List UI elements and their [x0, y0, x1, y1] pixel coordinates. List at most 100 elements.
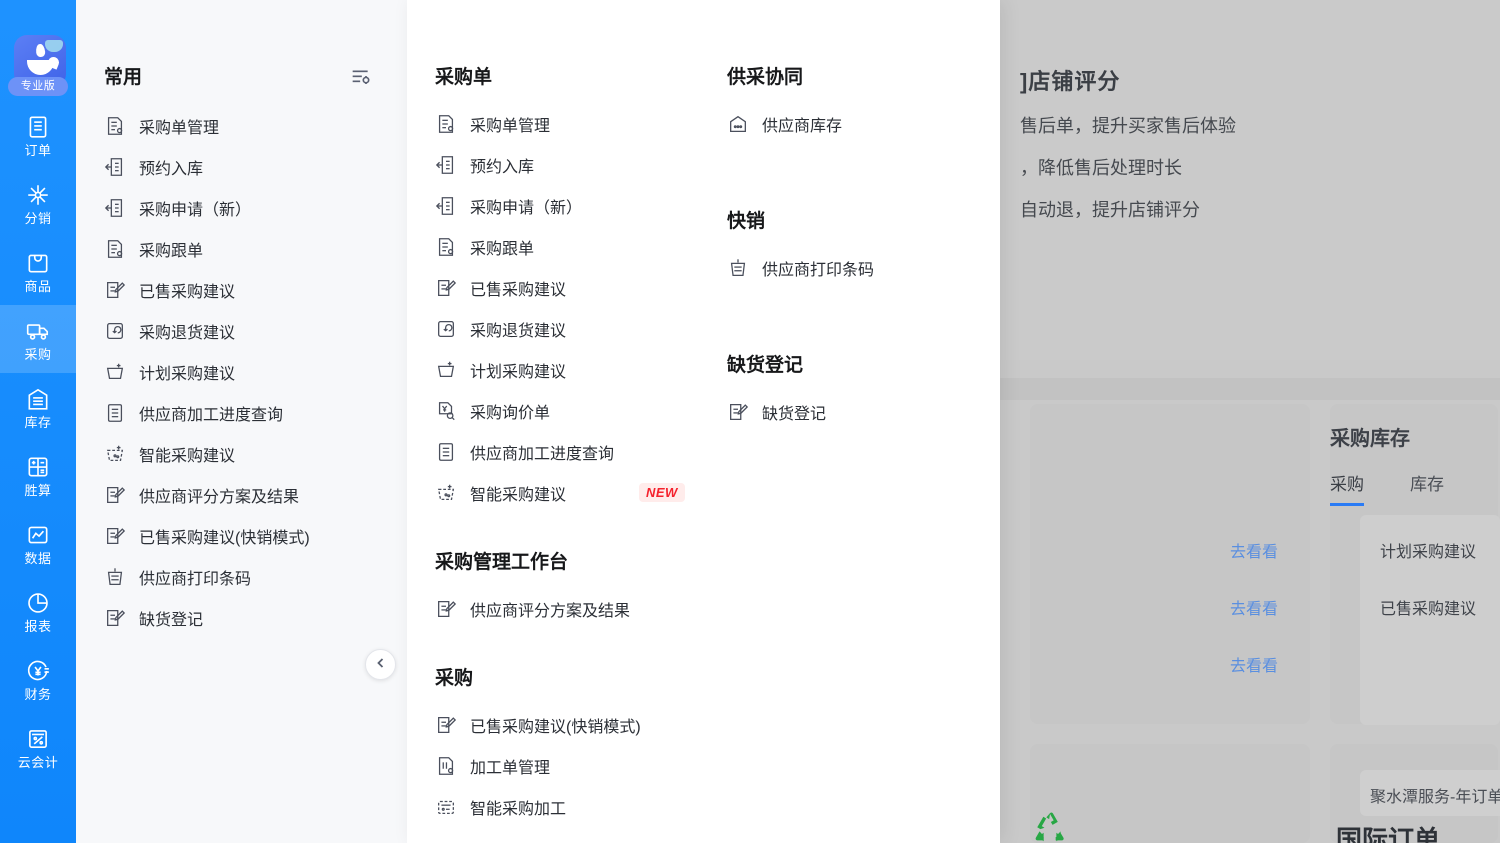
sidebar-label-inventory: 库存 — [24, 414, 52, 430]
menu-label: 采购退货建议 — [139, 324, 236, 342]
background-card-left — [1030, 404, 1310, 724]
go-look-link-2[interactable]: 去看看 — [1230, 595, 1278, 619]
sidebar-item-calculator[interactable]: 胜算 — [0, 441, 76, 509]
cart-plan-icon — [435, 359, 457, 381]
menu-label: 采购申请（新） — [470, 199, 583, 217]
sidebar-label-purchase: 采购 — [24, 346, 52, 362]
sidebar-label-calculator: 胜算 — [24, 482, 52, 498]
sidebar-item-data[interactable]: 数据 — [0, 509, 76, 577]
return-icon — [435, 318, 457, 340]
sidebar-label-reports: 报表 — [24, 618, 52, 634]
menu-item-sold-purchase-advice[interactable]: 已售采购建议 — [435, 267, 707, 308]
menu-item-purchase-order-manage[interactable]: 采购单管理 — [104, 105, 407, 146]
logo-gem-shape — [45, 40, 63, 52]
menu-item-purchase-follow[interactable]: 采购跟单 — [104, 228, 407, 269]
menu-item-purchase-inquiry[interactable]: 采购询价单 — [435, 390, 707, 431]
sidebar-item-finance[interactable]: 财务 — [0, 645, 76, 713]
menu-label: 供应商库存 — [762, 117, 843, 135]
menu-label: 预约入库 — [139, 160, 204, 178]
menu-label: 已售采购建议(快销模式) — [470, 718, 641, 736]
tab-purchase[interactable]: 采购 — [1330, 470, 1364, 506]
menu-item-smart-purchase-advice[interactable]: 智能采购建议 — [104, 433, 407, 474]
hero-text-block: ]店铺评分 售后单，提升买家售后体验 ，降低售后处理时长 自动退，提升店铺评分 — [1020, 64, 1236, 222]
sidebar-item-distribution[interactable]: 分销 — [0, 169, 76, 237]
edit-doc-icon — [435, 598, 457, 620]
tab-stock[interactable]: 库存 — [1410, 470, 1444, 506]
menu-item-reserve-inbound[interactable]: 预约入库 — [435, 144, 707, 185]
sidebar-label-orders: 订单 — [24, 142, 52, 158]
purchase-order-icon — [435, 113, 457, 135]
favorites-panel: 常用 采购单管理 预约入库 采购申请（新） 采购跟单 已售采购建议 采购退货建议… — [76, 0, 407, 843]
menu-item-shortage-register[interactable]: 缺货登记 — [727, 391, 997, 432]
menu-item-purchase-return-advice[interactable]: 采购退货建议 — [435, 308, 707, 349]
purchase-truck-icon — [25, 318, 51, 344]
sidebar-label-distribution: 分销 — [24, 210, 52, 226]
sidebar-item-products[interactable]: 商品 — [0, 237, 76, 305]
menu-item-smart-purchase-advice[interactable]: 智能采购建议 NEW — [435, 472, 707, 513]
app-logo[interactable]: 专业版 — [8, 35, 68, 101]
menu-label: 智能采购建议 — [139, 447, 236, 465]
menu-item-purchase-request-new[interactable]: 采购申请（新） — [104, 187, 407, 228]
smart-cart-icon — [435, 482, 457, 504]
sidebar-item-cloud-accounting[interactable]: 云会计 — [0, 713, 76, 781]
menu-item-supplier-process-progress[interactable]: 供应商加工进度查询 — [435, 431, 707, 472]
menu-item-purchase-return-advice[interactable]: 采购退货建议 — [104, 310, 407, 351]
menu-item-sold-purchase-advice[interactable]: 已售采购建议 — [104, 269, 407, 310]
menu-column-purchase: 采购单 采购单管理 预约入库 采购申请（新） 采购跟单 已售采购建议 采购退货建… — [407, 0, 707, 827]
menu-label: 采购退货建议 — [470, 322, 567, 340]
menu-item-reserve-inbound[interactable]: 预约入库 — [104, 146, 407, 187]
mega-menu-panel: 采购单 采购单管理 预约入库 采购申请（新） 采购跟单 已售采购建议 采购退货建… — [407, 0, 1000, 843]
sidebar-item-purchase[interactable]: 采购 — [0, 305, 76, 373]
menu-item-shortage-register[interactable]: 缺货登记 — [104, 597, 407, 638]
background-card-left-bottom — [1030, 744, 1310, 843]
menu-label: 智能采购建议 — [470, 486, 567, 504]
hero-line-3: 自动退，提升店铺评分 — [1020, 200, 1200, 220]
product-bag-icon — [25, 250, 51, 276]
menu-item-sold-purchase-advice-fast[interactable]: 已售采购建议(快销模式) — [104, 515, 407, 556]
menu-column-collaboration: 供采协同 供应商库存 快销 供应商打印条码 缺货登记 缺货登记 — [707, 0, 997, 827]
menu-item-purchase-follow[interactable]: 采购跟单 — [435, 226, 707, 267]
collapse-menu-button[interactable] — [365, 649, 396, 680]
menu-item-supplier-stock[interactable]: 供应商库存 — [727, 103, 997, 144]
return-icon — [104, 320, 126, 342]
edit-doc-icon — [727, 401, 749, 423]
sidebar-item-inventory[interactable]: 库存 — [0, 373, 76, 441]
menu-item-purchase-order-manage[interactable]: 采购单管理 — [435, 103, 707, 144]
favorites-list: 采购单管理 预约入库 采购申请（新） 采购跟单 已售采购建议 采购退货建议 计划… — [104, 105, 407, 638]
panel-item-sold-purchase[interactable]: 已售采购建议 — [1380, 595, 1476, 619]
menu-item-supplier-score-plan[interactable]: 供应商评分方案及结果 — [104, 474, 407, 515]
purchase-stock-tabs: 采购 库存 — [1330, 470, 1444, 506]
menu-label: 供应商评分方案及结果 — [139, 488, 300, 506]
menu-label: 采购单管理 — [139, 119, 220, 137]
menu-label: 供应商打印条码 — [762, 261, 875, 279]
sidebar-item-orders[interactable]: 订单 — [0, 101, 76, 169]
menu-label: 加工单管理 — [470, 759, 551, 777]
menu-item-supplier-process-progress[interactable]: 供应商加工进度查询 — [104, 392, 407, 433]
menu-item-supplier-score-plan[interactable]: 供应商评分方案及结果 — [435, 588, 707, 629]
purchase-order-icon — [435, 236, 457, 258]
edit-doc-icon — [104, 525, 126, 547]
menu-item-purchase-request-new[interactable]: 采购申请（新） — [435, 185, 707, 226]
menu-item-supplier-print-barcode[interactable]: 供应商打印条码 — [104, 556, 407, 597]
chevron-left-icon — [375, 656, 387, 674]
menu-item-plan-purchase-advice[interactable]: 计划采购建议 — [104, 351, 407, 392]
menu-item-smart-purchase-process[interactable]: 智能采购加工 — [435, 786, 707, 827]
go-look-link-1[interactable]: 去看看 — [1230, 538, 1278, 562]
menu-item-plan-purchase-advice[interactable]: 计划采购建议 — [435, 349, 707, 390]
supplier-stock-icon — [727, 113, 749, 135]
pie-report-icon — [25, 590, 51, 616]
menu-label: 供应商评分方案及结果 — [470, 602, 631, 620]
menu-item-supplier-print-barcode[interactable]: 供应商打印条码 — [727, 247, 997, 288]
sidebar-label-cloud-accounting: 云会计 — [17, 754, 59, 770]
go-look-link-3[interactable]: 去看看 — [1230, 652, 1278, 676]
list-settings-icon[interactable] — [351, 68, 371, 84]
cloud-accounting-icon — [25, 726, 51, 752]
recycle-icon — [1035, 812, 1064, 842]
menu-item-sold-purchase-advice-fast[interactable]: 已售采购建议(快销模式) — [435, 704, 707, 745]
sidebar-item-reports[interactable]: 报表 — [0, 577, 76, 645]
panel-item-plan-purchase[interactable]: 计划采购建议 — [1380, 538, 1476, 562]
menu-item-process-order-manage[interactable]: 加工单管理 — [435, 745, 707, 786]
menu-label: 采购跟单 — [139, 242, 204, 260]
menu-label: 计划采购建议 — [139, 365, 236, 383]
smart-process-icon — [435, 796, 457, 818]
